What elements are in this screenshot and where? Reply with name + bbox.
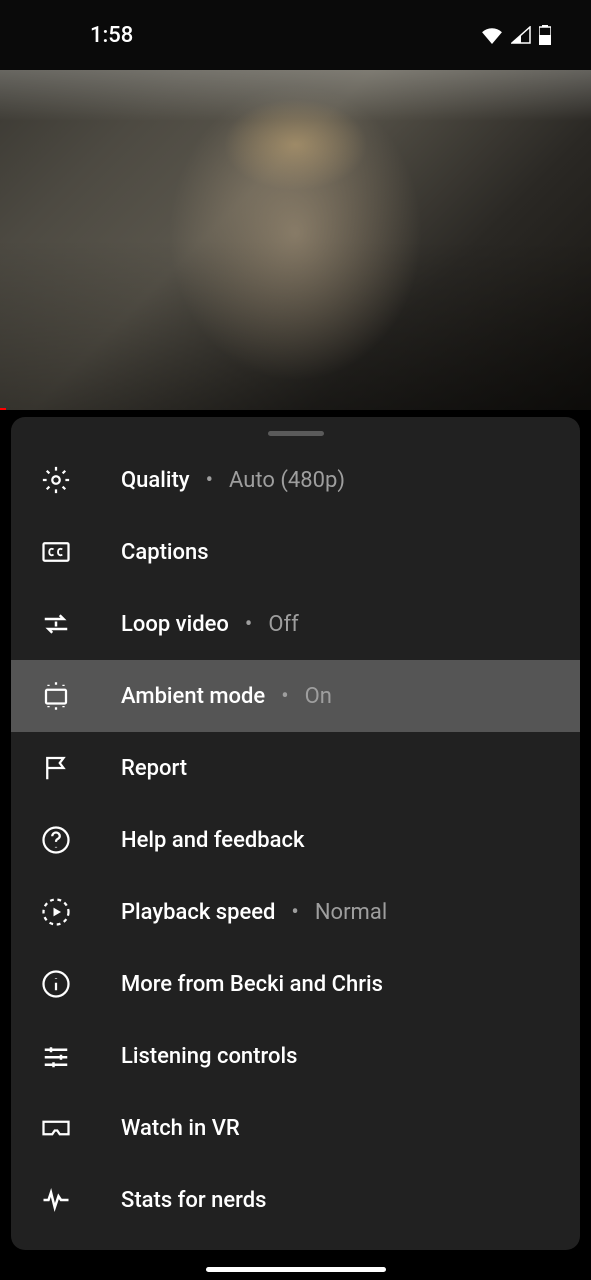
battery-icon (539, 25, 551, 45)
menu-item-playback-speed[interactable]: Playback speed • Normal (11, 876, 580, 948)
menu-item-label: Ambient mode (121, 684, 265, 709)
menu-item-text: Listening controls (121, 1044, 297, 1069)
status-icons (481, 25, 551, 45)
menu-item-ambient-mode[interactable]: Ambient mode • On (11, 660, 580, 732)
menu-item-watch-in-vr[interactable]: Watch in VR (11, 1092, 580, 1164)
menu-item-value: On (305, 684, 332, 709)
drag-handle[interactable] (268, 431, 324, 436)
info-icon (39, 967, 73, 1001)
loop-icon (39, 607, 73, 641)
menu-item-help-and-feedback[interactable]: Help and feedback (11, 804, 580, 876)
menu-item-text: Help and feedback (121, 828, 304, 853)
menu-item-text: Watch in VR (121, 1116, 240, 1141)
menu-item-text: Stats for nerds (121, 1188, 266, 1213)
menu-item-label: Captions (121, 540, 209, 565)
gear-icon (39, 463, 73, 497)
menu-item-label: Report (121, 756, 187, 781)
menu-item-label: Stats for nerds (121, 1188, 266, 1213)
options-menu: Quality • Auto (480p) Captions Loop video • Of… (11, 444, 580, 1236)
ambient-icon (39, 679, 73, 713)
home-indicator[interactable] (206, 1267, 386, 1272)
menu-item-label: Help and feedback (121, 828, 304, 853)
menu-item-label: Loop video (121, 612, 229, 637)
menu-item-text: More from Becki and Chris (121, 972, 383, 997)
menu-item-text: Captions (121, 540, 209, 565)
menu-item-listening-controls[interactable]: Listening controls (11, 1020, 580, 1092)
menu-item-value: Off (268, 612, 298, 637)
bullet-separator: • (206, 468, 213, 493)
menu-item-value: Normal (315, 900, 387, 925)
help-icon (39, 823, 73, 857)
menu-item-more-from-becki-and-chris[interactable]: More from Becki and Chris (11, 948, 580, 1020)
cc-icon (39, 535, 73, 569)
menu-item-report[interactable]: Report (11, 732, 580, 804)
menu-item-text: Ambient mode • On (121, 684, 332, 709)
status-bar: 1:58 (0, 0, 591, 70)
options-bottom-sheet: Quality • Auto (480p) Captions Loop video • Of… (11, 417, 580, 1250)
menu-item-quality[interactable]: Quality • Auto (480p) (11, 444, 580, 516)
menu-item-label: Listening controls (121, 1044, 297, 1069)
speed-icon (39, 895, 73, 929)
menu-item-text: Loop video • Off (121, 612, 299, 637)
video-player[interactable] (0, 70, 591, 410)
menu-item-text: Report (121, 756, 187, 781)
menu-item-label: More from Becki and Chris (121, 972, 383, 997)
menu-item-captions[interactable]: Captions (11, 516, 580, 588)
menu-item-label: Quality (121, 468, 190, 493)
menu-item-label: Playback speed (121, 900, 275, 925)
bullet-separator: • (291, 900, 298, 925)
menu-item-text: Playback speed • Normal (121, 900, 387, 925)
wifi-icon (481, 26, 503, 44)
cell-signal-icon (511, 26, 531, 44)
bullet-separator: • (245, 612, 252, 637)
status-time: 1:58 (90, 23, 133, 48)
menu-item-label: Watch in VR (121, 1116, 240, 1141)
vr-icon (39, 1111, 73, 1145)
flag-icon (39, 751, 73, 785)
stats-icon (39, 1183, 73, 1217)
sliders-icon (39, 1039, 73, 1073)
menu-item-value: Auto (480p) (229, 468, 345, 493)
menu-item-loop-video[interactable]: Loop video • Off (11, 588, 580, 660)
menu-item-stats-for-nerds[interactable]: Stats for nerds (11, 1164, 580, 1236)
bullet-separator: • (281, 684, 288, 709)
menu-item-text: Quality • Auto (480p) (121, 468, 345, 493)
